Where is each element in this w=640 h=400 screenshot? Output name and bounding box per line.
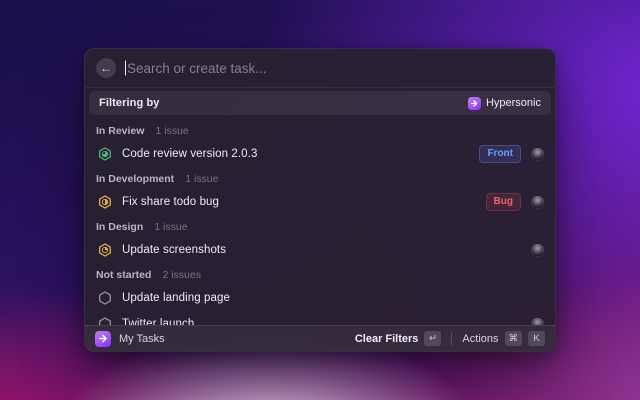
- command-palette: ← Filtering by Hypersonic In Review 1 iss…: [84, 48, 556, 352]
- cmd-key-icon: ⌘: [505, 331, 523, 346]
- footer-actions: Clear Filters ↵ Actions ⌘ K: [355, 331, 545, 346]
- section-title: In Development: [96, 173, 174, 185]
- section-header: In Review 1 issue: [96, 125, 544, 139]
- search-field: [125, 49, 544, 87]
- assignee-avatar[interactable]: [531, 148, 544, 161]
- desktop-background: { "window": { "search": { "placeholder":…: [0, 0, 640, 400]
- task-row[interactable]: Twitter launch: [96, 313, 544, 325]
- divider: [451, 333, 452, 345]
- footer-bar: My Tasks Clear Filters ↵ Actions ⌘ K: [85, 325, 555, 351]
- section-count: 2 issues: [162, 269, 201, 281]
- filter-value-hypersonic[interactable]: Hypersonic: [468, 97, 541, 110]
- filter-bar[interactable]: Filtering by Hypersonic: [89, 91, 551, 115]
- search-input[interactable]: [125, 61, 544, 76]
- task-title: Update screenshots: [122, 244, 226, 256]
- status-in-design-icon: [98, 243, 112, 257]
- task-list: In Review 1 issue Code review version 2.0.…: [85, 118, 555, 325]
- section-header: In Design 1 issue: [96, 221, 544, 235]
- clear-filters-button[interactable]: Clear Filters: [355, 333, 419, 345]
- task-title: Fix share todo bug: [122, 196, 219, 208]
- enter-key-icon: ↵: [424, 331, 441, 346]
- section-title: Not started: [96, 269, 151, 281]
- label-badge: Front: [479, 145, 521, 163]
- actions-button[interactable]: Actions: [462, 333, 498, 345]
- assignee-avatar[interactable]: [531, 318, 544, 326]
- task-title: Code review version 2.0.3: [122, 148, 257, 160]
- k-key-icon: K: [528, 331, 545, 346]
- section-header: In Development 1 issue: [96, 173, 544, 187]
- hypersonic-logo-icon: [468, 97, 481, 110]
- text-caret: [125, 61, 126, 76]
- section-count: 1 issue: [155, 125, 188, 137]
- task-row[interactable]: Code review version 2.0.3 Front: [96, 143, 544, 165]
- section-title: In Review: [96, 125, 144, 137]
- section-count: 1 issue: [154, 221, 187, 233]
- my-tasks-app-icon[interactable]: [95, 331, 111, 347]
- status-not-started-icon: [98, 317, 112, 325]
- back-arrow-icon: ←: [100, 62, 112, 74]
- label-badge: Bug: [486, 193, 521, 211]
- section-count: 1 issue: [185, 173, 218, 185]
- filter-value-label: Hypersonic: [486, 97, 541, 109]
- section-title: In Design: [96, 221, 143, 233]
- assignee-avatar[interactable]: [531, 196, 544, 209]
- task-row[interactable]: Fix share todo bug Bug: [96, 191, 544, 213]
- task-row[interactable]: Update screenshots: [96, 239, 544, 261]
- search-bar: ←: [85, 49, 555, 87]
- task-title: Twitter launch: [122, 318, 194, 325]
- task-row[interactable]: Update landing page: [96, 287, 544, 309]
- status-in-review-icon: [98, 147, 112, 161]
- status-in-development-icon: [98, 195, 112, 209]
- status-not-started-icon: [98, 291, 112, 305]
- divider: [85, 87, 555, 88]
- filter-label: Filtering by: [99, 97, 159, 109]
- task-title: Update landing page: [122, 292, 230, 304]
- back-button[interactable]: ←: [96, 58, 116, 78]
- section-header: Not started 2 issues: [96, 269, 544, 283]
- app-name: My Tasks: [119, 333, 165, 345]
- assignee-avatar[interactable]: [531, 244, 544, 257]
